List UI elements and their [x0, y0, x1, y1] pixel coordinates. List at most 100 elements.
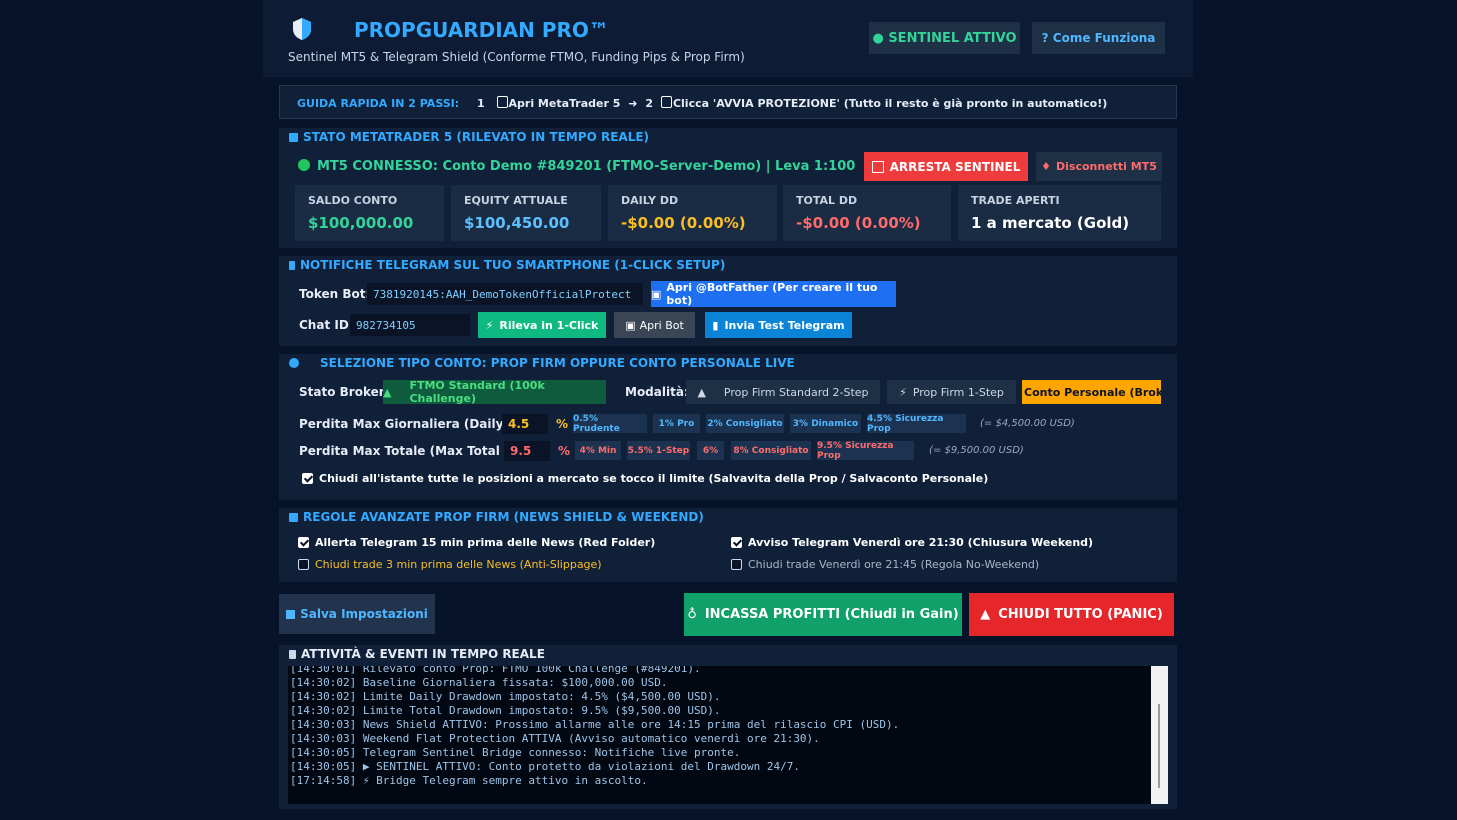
calendar-icon [289, 513, 298, 522]
open-bot-button[interactable]: ▣ Apri Bot [614, 312, 695, 338]
daily-preset-4.5[interactable]: 4.5% Sicurezza Prop [867, 414, 966, 434]
stop-sentinel-button[interactable]: ARRESTA SENTINEL [864, 152, 1028, 181]
stat-label: DAILY DD [621, 194, 679, 207]
total-preset-8[interactable]: 8% Consigliato [731, 441, 811, 460]
total-preset-6[interactable]: 6% [697, 441, 724, 460]
arrow-icon: ➜ [628, 97, 638, 110]
step1-number: 1 [477, 97, 485, 110]
checkbox[interactable] [731, 537, 742, 548]
money-bag-icon: ♁ [687, 607, 697, 622]
checkbox[interactable] [302, 473, 313, 484]
total-dd-label: Perdita Max Totale (Max Total DD): [299, 444, 535, 458]
stat-label: TOTAL DD [796, 194, 858, 207]
log-line: [14:30:02] Baseline Giornaliera fissata:… [290, 676, 668, 689]
broker-label: Stato Broker: [299, 385, 390, 399]
total-amount: (= $9,500.00 USD) [929, 445, 1024, 456]
log-section-title: ATTIVITÀ & EVENTI IN TEMPO REALE [289, 647, 545, 661]
mode-label: Modalità: [625, 385, 689, 399]
send-test-button[interactable]: ▮ Invia Test Telegram [705, 312, 852, 338]
phone-icon [289, 261, 295, 270]
daily-preset-2[interactable]: 2% Consigliato [706, 414, 784, 433]
mode-1step-button[interactable]: ⚡ Prop Firm 1-Step [887, 380, 1016, 404]
detect-chat-button[interactable]: ⚡ Rileva in 1-Click [478, 312, 606, 338]
step2-number: 2 [645, 97, 653, 110]
log-icon [289, 650, 296, 659]
shield-small-icon [289, 358, 299, 368]
stat-card-daily-dd: DAILY DD -$0.00 (0.00%) [608, 185, 777, 241]
daily-preset-1[interactable]: 1% Pro [653, 414, 700, 433]
stat-label: TRADE APERTI [971, 194, 1060, 207]
bank-icon: ▲ [383, 385, 392, 399]
stat-card-open-trades: TRADE APERTI 1 a mercato (Gold) [958, 185, 1161, 241]
stat-label: SALDO CONTO [308, 194, 398, 207]
rule-news-close[interactable]: Chiudi trade 3 min prima delle News (Ant… [298, 558, 602, 571]
daily-dd-input[interactable]: 4.5 [502, 414, 548, 434]
log-line: [14:30:03] Weekend Flat Protection ATTIV… [290, 732, 820, 745]
help-button[interactable]: ? Come Funziona [1032, 22, 1165, 54]
mode-personal-button[interactable]: Conto Personale (Broker Li [1022, 380, 1161, 404]
total-percent: % [558, 444, 571, 458]
stat-card-total-dd: TOTAL DD -$0.00 (0.00%) [783, 185, 951, 241]
scrollbar-thumb[interactable] [1158, 704, 1160, 788]
total-preset-9.5[interactable]: 9.5% Sicurezza Prop [817, 441, 914, 461]
status-dot-icon [298, 159, 310, 171]
mode-2step-button[interactable]: ▲ Prop Firm Standard 2-Step [686, 380, 880, 404]
stat-value: 1 a mercato (Gold) [971, 214, 1130, 232]
daily-preset-0.5[interactable]: 0.5% Prudente [573, 414, 647, 434]
stat-card-equity: EQUITY ATTUALE $100,450.00 [451, 185, 601, 241]
token-input[interactable]: 7381920145:AAH_DemoTokenOfficialProtect [367, 283, 643, 305]
send-icon: ▮ [712, 318, 719, 332]
checkbox[interactable] [731, 559, 742, 570]
close-all-option[interactable]: Chiudi all'istante tutte le posizioni a … [302, 472, 988, 485]
token-label: Token Bot: [299, 287, 371, 301]
stat-value: -$0.00 (0.00%) [796, 214, 921, 232]
checkbox-icon [496, 96, 508, 108]
disconnect-mt5-button[interactable]: ♦ Disconnetti MT5 [1036, 152, 1162, 181]
panic-close-button[interactable]: ▲ CHIUDI TUTTO (PANIC) [969, 593, 1174, 636]
log-line: [14:30:05] Telegram Sentinel Bridge conn… [290, 746, 741, 759]
daily-amount: (= $4,500.00 USD) [980, 418, 1075, 429]
bank-icon: ▲ [697, 385, 706, 399]
total-preset-4[interactable]: 4% Min [575, 441, 621, 460]
monitor-icon [289, 133, 298, 142]
checkbox-icon [660, 96, 672, 108]
stat-value: $100,000.00 [308, 214, 414, 232]
alarm-icon: ▲ [980, 607, 991, 622]
chat-id-label: Chat ID: [299, 318, 354, 332]
rule-weekend-close[interactable]: Chiudi trade Venerdì ore 21:45 (Regola N… [731, 558, 1039, 571]
rule-news-alert[interactable]: Allerta Telegram 15 min prima delle News… [298, 536, 655, 549]
mt5-section-title: STATO METATRADER 5 (RILEVATO IN TEMPO RE… [289, 130, 649, 144]
save-icon [286, 609, 296, 619]
external-icon: ▣ [625, 318, 636, 332]
chat-id-input[interactable]: 982734105 [350, 314, 470, 336]
save-settings-button[interactable]: Salva Impostazioni [279, 594, 435, 634]
checkbox[interactable] [298, 559, 309, 570]
stat-label: EQUITY ATTUALE [464, 194, 568, 207]
log-line: [14:30:02] Limite Total Drawdown imposta… [290, 704, 721, 717]
mt5-connection-status: MT5 CONNESSO: Conto Demo #849201 (FTMO-S… [298, 159, 855, 174]
app-title: PROPGUARDIAN PRO™ [354, 18, 609, 42]
total-dd-input[interactable]: 9.5 [504, 441, 550, 461]
stat-card-balance: SALDO CONTO $100,000.00 [295, 185, 444, 241]
lightning-icon: ⚡ [899, 385, 907, 399]
checkbox[interactable] [298, 537, 309, 548]
robot-icon: ▣ [651, 287, 662, 301]
open-botfather-button[interactable]: ▣ Apri @BotFather (Per creare il tuo bot) [651, 281, 896, 307]
broker-status-badge: ▲ FTMO Standard (100k Challenge) [383, 379, 606, 405]
activity-log[interactable]: [14:30:01] Rilevato conto Prop: FTMO 100… [288, 666, 1151, 804]
step2-text: Clicca 'AVVIA PROTEZIONE' (Tutto il rest… [672, 97, 1108, 110]
log-scrollbar[interactable] [1151, 666, 1168, 804]
daily-percent: % [556, 417, 569, 431]
step1-text: Apri MetaTrader 5 [508, 97, 621, 110]
sentinel-status-button[interactable]: ● SENTINEL ATTIVO [869, 22, 1020, 54]
stat-value: $100,450.00 [464, 214, 570, 232]
total-preset-5.5[interactable]: 5.5% 1-Step [627, 441, 690, 460]
take-profit-button[interactable]: ♁ INCASSA PROFITTI (Chiudi in Gain) [684, 593, 962, 636]
plug-icon: ♦ [1041, 160, 1051, 173]
log-line: [14:30:03] News Shield ATTIVO: Prossimo … [290, 718, 900, 731]
guide-label: GUIDA RAPIDA IN 2 PASSI: [297, 97, 460, 110]
quick-guide-line: GUIDA RAPIDA IN 2 PASSI: 1 Apri MetaTrad… [297, 96, 1107, 110]
lightning-icon: ⚡ [485, 318, 494, 332]
daily-preset-3[interactable]: 3% Dinamico [790, 414, 861, 433]
rule-weekend-alert[interactable]: Avviso Telegram Venerdì ore 21:30 (Chius… [731, 536, 1093, 549]
